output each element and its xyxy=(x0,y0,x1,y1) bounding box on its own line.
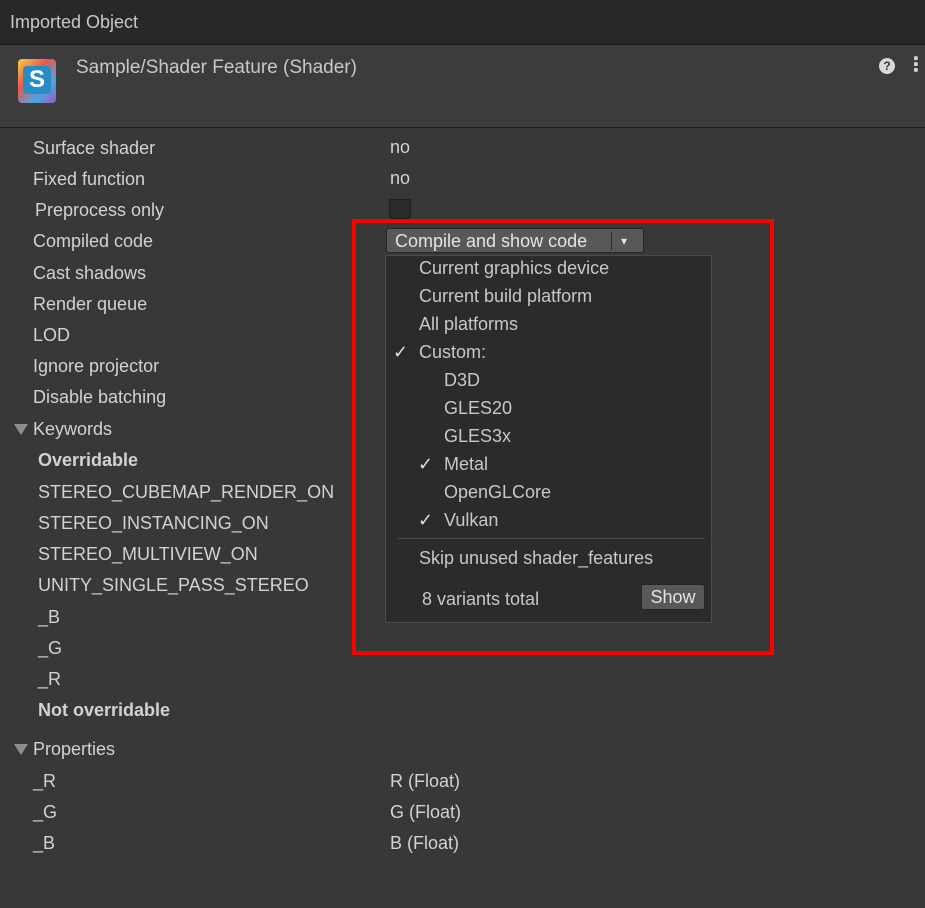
highlight-box xyxy=(352,219,774,655)
keyword-item: STEREO_INSTANCING_ON xyxy=(38,513,269,533)
more-options-icon[interactable]: ⋮ xyxy=(906,54,925,76)
shader-property-name: _G xyxy=(33,802,58,822)
properties-foldout[interactable]: Properties xyxy=(33,739,115,760)
preprocess-only-checkbox[interactable] xyxy=(389,199,411,219)
asset-header: S Sample/Shader Feature (Shader) xyxy=(0,45,925,128)
label-render-queue: Render queue xyxy=(33,294,148,314)
asset-name: Sample/Shader Feature (Shader) xyxy=(76,57,357,78)
keywords-foldout[interactable]: Keywords xyxy=(33,419,112,440)
keyword-item: _B xyxy=(38,607,61,627)
keyword-item: STEREO_MULTIVIEW_ON xyxy=(38,544,258,564)
label-lod: LOD xyxy=(33,325,71,345)
window-titlebar: Imported Object xyxy=(0,0,925,45)
label-compiled-code: Compiled code xyxy=(33,231,154,251)
keywords-overridable-heading: Overridable xyxy=(38,450,139,470)
label-cast-shadows: Cast shadows xyxy=(33,263,147,283)
keywords-foldout-arrow-icon[interactable] xyxy=(14,424,28,435)
keyword-item: _G xyxy=(38,638,63,658)
shader-property-type: G (Float) xyxy=(390,802,462,822)
keyword-item: UNITY_SINGLE_PASS_STEREO xyxy=(38,575,309,595)
keyword-item: _R xyxy=(38,669,62,689)
value-fixed-function: no xyxy=(390,168,411,188)
label-disable-batching: Disable batching xyxy=(33,387,167,407)
shader-icon-letter: S xyxy=(23,66,51,94)
label-fixed-function: Fixed function xyxy=(33,169,146,189)
shader-property-name: _R xyxy=(33,771,57,791)
shader-asset-icon: S xyxy=(18,59,56,103)
label-ignore-projector: Ignore projector xyxy=(33,356,160,376)
shader-property-type: R (Float) xyxy=(390,771,461,791)
window-title: Imported Object xyxy=(10,12,139,32)
properties-foldout-arrow-icon[interactable] xyxy=(14,744,28,755)
label-preprocess-only: Preprocess only xyxy=(35,200,165,220)
shader-property-name: _B xyxy=(33,833,56,853)
label-surface-shader: Surface shader xyxy=(33,138,156,158)
shader-property-type: B (Float) xyxy=(390,833,460,853)
help-icon[interactable]: ? xyxy=(879,58,895,74)
value-surface-shader: no xyxy=(390,137,411,157)
keywords-not-overridable-heading: Not overridable xyxy=(38,700,171,720)
keyword-item: STEREO_CUBEMAP_RENDER_ON xyxy=(38,482,335,502)
